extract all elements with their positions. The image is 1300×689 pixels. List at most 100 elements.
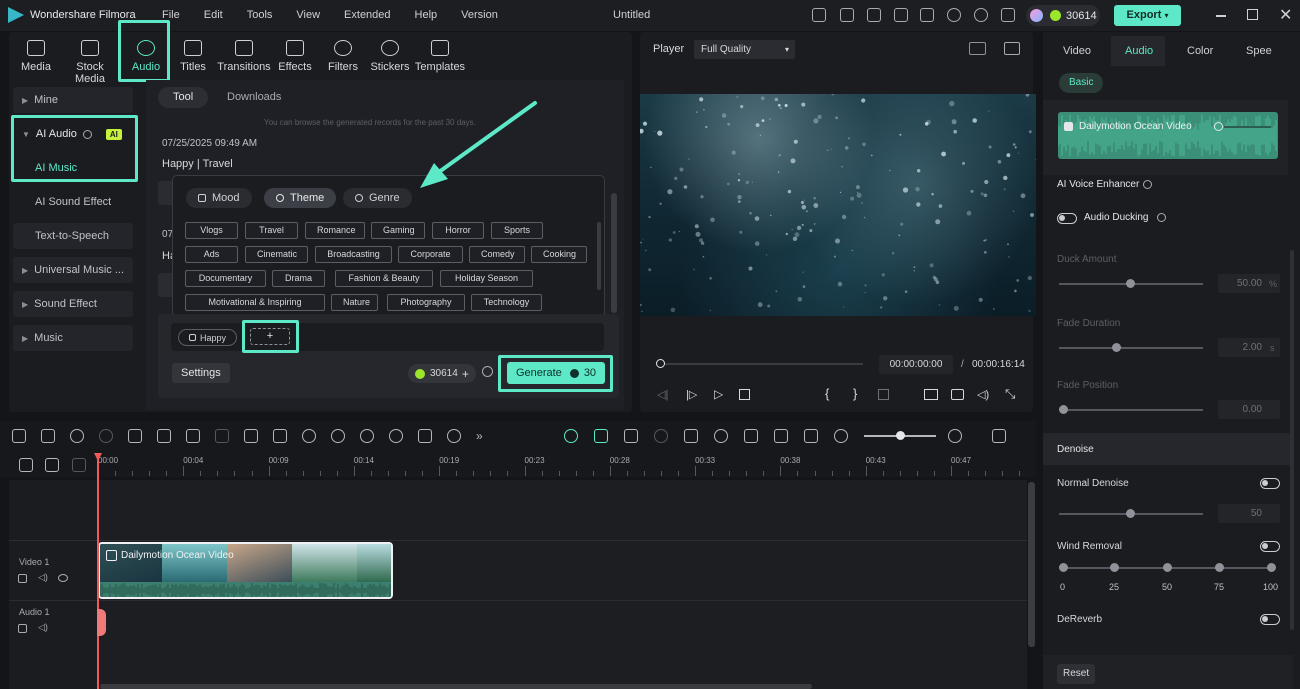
- send-icon[interactable]: [840, 8, 854, 22]
- category-stock-media[interactable]: Stock Media: [60, 40, 120, 85]
- ai-tools-icon[interactable]: [389, 429, 403, 443]
- microphone-icon[interactable]: [714, 429, 728, 443]
- text-icon[interactable]: [244, 429, 258, 443]
- lock-icon[interactable]: [18, 574, 27, 583]
- normal-denoise-toggle[interactable]: [1260, 478, 1280, 489]
- tag-drama[interactable]: Drama: [272, 270, 325, 287]
- play-range-icon[interactable]: [654, 429, 668, 443]
- tag-ads[interactable]: Ads: [185, 246, 238, 263]
- display-icon[interactable]: [924, 389, 938, 400]
- tag-horror[interactable]: Horror: [432, 222, 484, 239]
- menu-extended[interactable]: Extended: [332, 0, 402, 31]
- eye-icon[interactable]: [58, 574, 68, 582]
- link-icon[interactable]: [19, 458, 33, 472]
- category-stickers[interactable]: Stickers: [362, 40, 418, 73]
- picker-scrollbar[interactable]: [597, 222, 601, 290]
- tab-color[interactable]: Color: [1187, 45, 1213, 57]
- tag-holiday-season[interactable]: Holiday Season: [440, 270, 533, 287]
- mark-in-icon[interactable]: {: [825, 386, 829, 401]
- progress-track[interactable]: [665, 363, 863, 365]
- audio-cursor-marker[interactable]: [97, 609, 106, 636]
- crop-icon[interactable]: [186, 429, 200, 443]
- track-manage-icon[interactable]: [72, 458, 86, 472]
- shape-icon[interactable]: [273, 429, 287, 443]
- volume-track[interactable]: [1224, 126, 1271, 128]
- tag-fashion-beauty[interactable]: Fashion & Beauty: [335, 270, 433, 287]
- zoom-knob[interactable]: [896, 431, 905, 440]
- tag-vlogs[interactable]: Vlogs: [185, 222, 238, 239]
- menu-edit[interactable]: Edit: [192, 0, 235, 31]
- export-button[interactable]: Export ▾: [1114, 5, 1181, 26]
- slider-knob[interactable]: [1112, 343, 1121, 352]
- undo-icon[interactable]: [70, 429, 84, 443]
- marker-icon[interactable]: [878, 389, 889, 400]
- current-time[interactable]: 00:00:00:00: [879, 355, 953, 374]
- tag-motivational-inspiring[interactable]: Motivational & Inspiring: [185, 294, 325, 311]
- shield-icon[interactable]: [684, 429, 698, 443]
- cart-icon[interactable]: [867, 8, 881, 22]
- grid-apps-icon[interactable]: [1001, 8, 1015, 22]
- avatar[interactable]: [1030, 9, 1043, 22]
- sidebar-item-ai-sound-effect[interactable]: AI Sound Effect: [13, 189, 133, 215]
- panel-scrollbar[interactable]: [1290, 250, 1294, 630]
- settings-button[interactable]: Settings: [172, 363, 230, 383]
- snapshot-view-icon[interactable]: [1004, 42, 1020, 55]
- select-icon[interactable]: [41, 429, 55, 443]
- wind-tick-75[interactable]: [1215, 563, 1224, 572]
- speed-icon[interactable]: [331, 429, 345, 443]
- record-screen-icon[interactable]: [624, 429, 638, 443]
- menu-view[interactable]: View: [284, 0, 332, 31]
- wind-tick-25[interactable]: [1110, 563, 1119, 572]
- playhead-knob[interactable]: [656, 359, 665, 368]
- grid-options-icon[interactable]: [992, 429, 1006, 443]
- tag-cinematic[interactable]: Cinematic: [245, 246, 308, 263]
- tag-travel[interactable]: Travel: [245, 222, 298, 239]
- playhead[interactable]: [97, 455, 99, 689]
- ai-mate-icon[interactable]: [564, 429, 578, 443]
- tag-broadcasting[interactable]: Broadcasting: [315, 246, 392, 263]
- wind-tick-50[interactable]: [1163, 563, 1172, 572]
- credit-balance[interactable]: 30614 +: [408, 364, 476, 383]
- mask-icon[interactable]: [302, 429, 316, 443]
- tag-cooking[interactable]: Cooking: [531, 246, 587, 263]
- category-templates[interactable]: Templates: [411, 40, 469, 73]
- credits-badge[interactable]: 30614: [1026, 5, 1100, 26]
- menu-help[interactable]: Help: [403, 0, 450, 31]
- basic-chip[interactable]: Basic: [1059, 73, 1104, 93]
- tag-comedy[interactable]: Comedy: [469, 246, 525, 263]
- tab-video[interactable]: Video: [1063, 45, 1091, 57]
- gift-icon[interactable]: [812, 8, 826, 22]
- delete-icon[interactable]: [128, 429, 142, 443]
- tag-technology[interactable]: Technology: [471, 294, 542, 311]
- category-titles[interactable]: Titles: [165, 40, 221, 73]
- tab-tool[interactable]: Tool: [158, 87, 209, 108]
- wind-removal-toggle[interactable]: [1260, 541, 1280, 552]
- tag-nature[interactable]: Nature: [331, 294, 378, 311]
- more-tools-icon[interactable]: »: [476, 429, 483, 443]
- sidebar-item-mine[interactable]: ▶ Mine: [13, 87, 133, 113]
- normal-denoise-value[interactable]: 50: [1218, 504, 1280, 523]
- fade-duration-slider[interactable]: [1059, 347, 1203, 349]
- redo-icon[interactable]: [99, 429, 113, 443]
- selected-tag-happy[interactable]: Happy: [178, 329, 238, 346]
- menu-tools[interactable]: Tools: [235, 0, 285, 31]
- timeline-vscrollbar[interactable]: [1028, 482, 1035, 647]
- sidebar-item-text-to-speech[interactable]: Text-to-Speech: [13, 223, 133, 249]
- tag-sports[interactable]: Sports: [491, 222, 543, 239]
- minimize-icon[interactable]: [1216, 15, 1226, 17]
- sidebar-item-sound-effect[interactable]: ▶ Sound Effect: [13, 291, 133, 317]
- tag-documentary[interactable]: Documentary: [185, 270, 266, 287]
- audio-ducking-toggle[interactable]: [1057, 213, 1077, 224]
- tag-romance[interactable]: Romance: [305, 222, 365, 239]
- close-icon[interactable]: ✕: [1279, 5, 1292, 25]
- timer-icon[interactable]: [447, 429, 461, 443]
- snap-icon[interactable]: [594, 429, 608, 443]
- tab-theme[interactable]: Theme: [264, 188, 337, 208]
- step-forward-icon[interactable]: |▷: [686, 388, 697, 401]
- headset-icon[interactable]: [974, 8, 988, 22]
- quality-select[interactable]: Full Quality ▾: [694, 40, 795, 59]
- cloud-icon[interactable]: [947, 8, 961, 22]
- slider-knob[interactable]: [1126, 279, 1135, 288]
- library-scrollbar[interactable]: [611, 193, 617, 313]
- dereverb-toggle[interactable]: [1260, 614, 1280, 625]
